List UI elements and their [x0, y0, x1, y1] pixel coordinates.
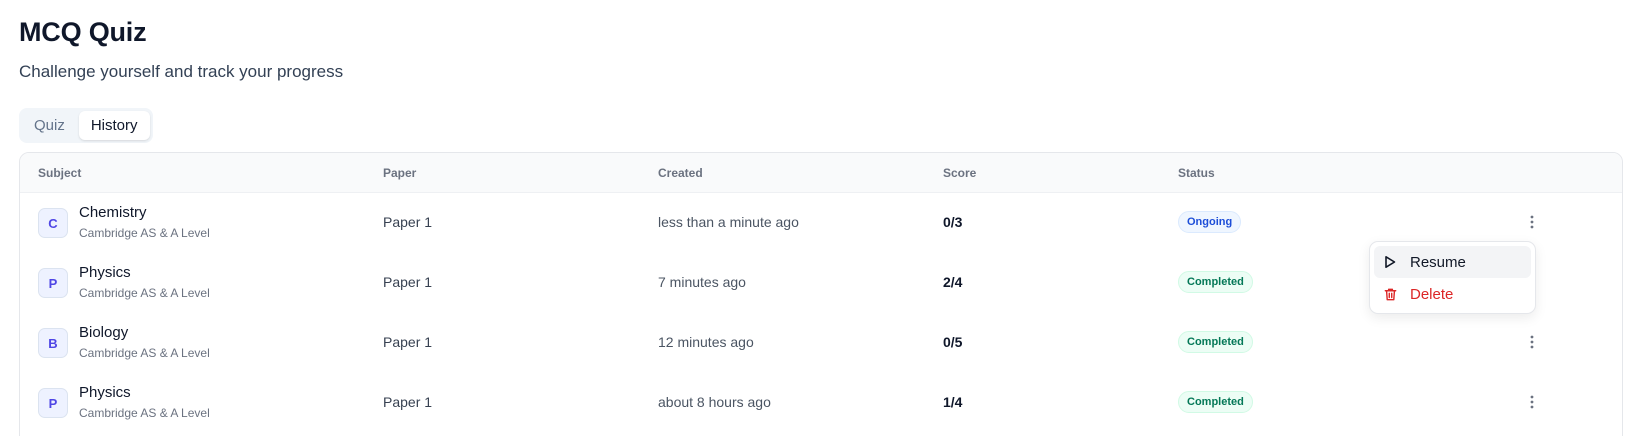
- play-icon: [1382, 254, 1398, 270]
- tab-history[interactable]: History: [78, 111, 150, 140]
- page-subtitle: Challenge yourself and track your progre…: [19, 62, 344, 81]
- paper-cell: Paper 1: [383, 334, 433, 350]
- status-badge: Completed: [1178, 271, 1253, 293]
- tab-quiz[interactable]: Quiz: [22, 111, 77, 140]
- more-options-button[interactable]: [1518, 328, 1546, 356]
- more-options-button[interactable]: [1518, 208, 1546, 236]
- trash-icon: [1382, 286, 1398, 302]
- subject-avatar: B: [38, 328, 68, 358]
- subject-avatar: C: [38, 208, 68, 238]
- created-cell: 12 minutes ago: [658, 334, 754, 350]
- created-cell: 7 minutes ago: [658, 274, 746, 290]
- table-row[interactable]: P Physics Cambridge AS & A Level Paper 1…: [20, 373, 1622, 433]
- tab-list: Quiz History: [19, 108, 153, 143]
- created-cell: less than a minute ago: [658, 214, 799, 230]
- subject-avatar: P: [38, 388, 68, 418]
- delete-menu-item[interactable]: Delete: [1374, 278, 1531, 310]
- column-header-subject: Subject: [38, 166, 82, 180]
- more-vertical-icon: [1530, 335, 1534, 349]
- resume-label: Resume: [1410, 253, 1466, 271]
- row-context-menu: Resume Delete: [1369, 241, 1536, 314]
- subject-board: Cambridge AS & A Level: [79, 226, 210, 240]
- table-row[interactable]: B Biology Cambridge AS & A Level Paper 1…: [20, 313, 1622, 373]
- more-options-button[interactable]: [1518, 388, 1546, 416]
- column-header-score: Score: [943, 166, 977, 180]
- subject-board: Cambridge AS & A Level: [79, 346, 210, 360]
- table-header: Subject Paper Created Score Status: [20, 153, 1622, 193]
- paper-cell: Paper 1: [383, 214, 433, 230]
- score-cell: 1/4: [943, 394, 963, 410]
- subject-board: Cambridge AS & A Level: [79, 286, 210, 300]
- subject-name: Biology: [79, 324, 129, 341]
- paper-cell: Paper 1: [383, 274, 433, 290]
- score-cell: 0/3: [943, 214, 963, 230]
- column-header-status: Status: [1178, 166, 1215, 180]
- more-vertical-icon: [1530, 215, 1534, 229]
- status-badge: Completed: [1178, 391, 1253, 413]
- resume-menu-item[interactable]: Resume: [1374, 246, 1531, 278]
- page-title: MCQ Quiz: [19, 17, 147, 47]
- status-badge: Ongoing: [1178, 211, 1242, 233]
- subject-board: Cambridge AS & A Level: [79, 406, 210, 420]
- delete-label: Delete: [1410, 285, 1454, 303]
- subject-name: Physics: [79, 264, 131, 281]
- subject-name: Physics: [79, 384, 131, 401]
- status-badge: Completed: [1178, 331, 1253, 353]
- subject-avatar: P: [38, 268, 68, 298]
- paper-cell: Paper 1: [383, 394, 433, 410]
- more-vertical-icon: [1530, 395, 1534, 409]
- column-header-created: Created: [658, 166, 703, 180]
- score-cell: 0/5: [943, 334, 963, 350]
- subject-name: Chemistry: [79, 204, 147, 221]
- column-header-paper: Paper: [383, 166, 417, 180]
- score-cell: 2/4: [943, 274, 963, 290]
- created-cell: about 8 hours ago: [658, 394, 771, 410]
